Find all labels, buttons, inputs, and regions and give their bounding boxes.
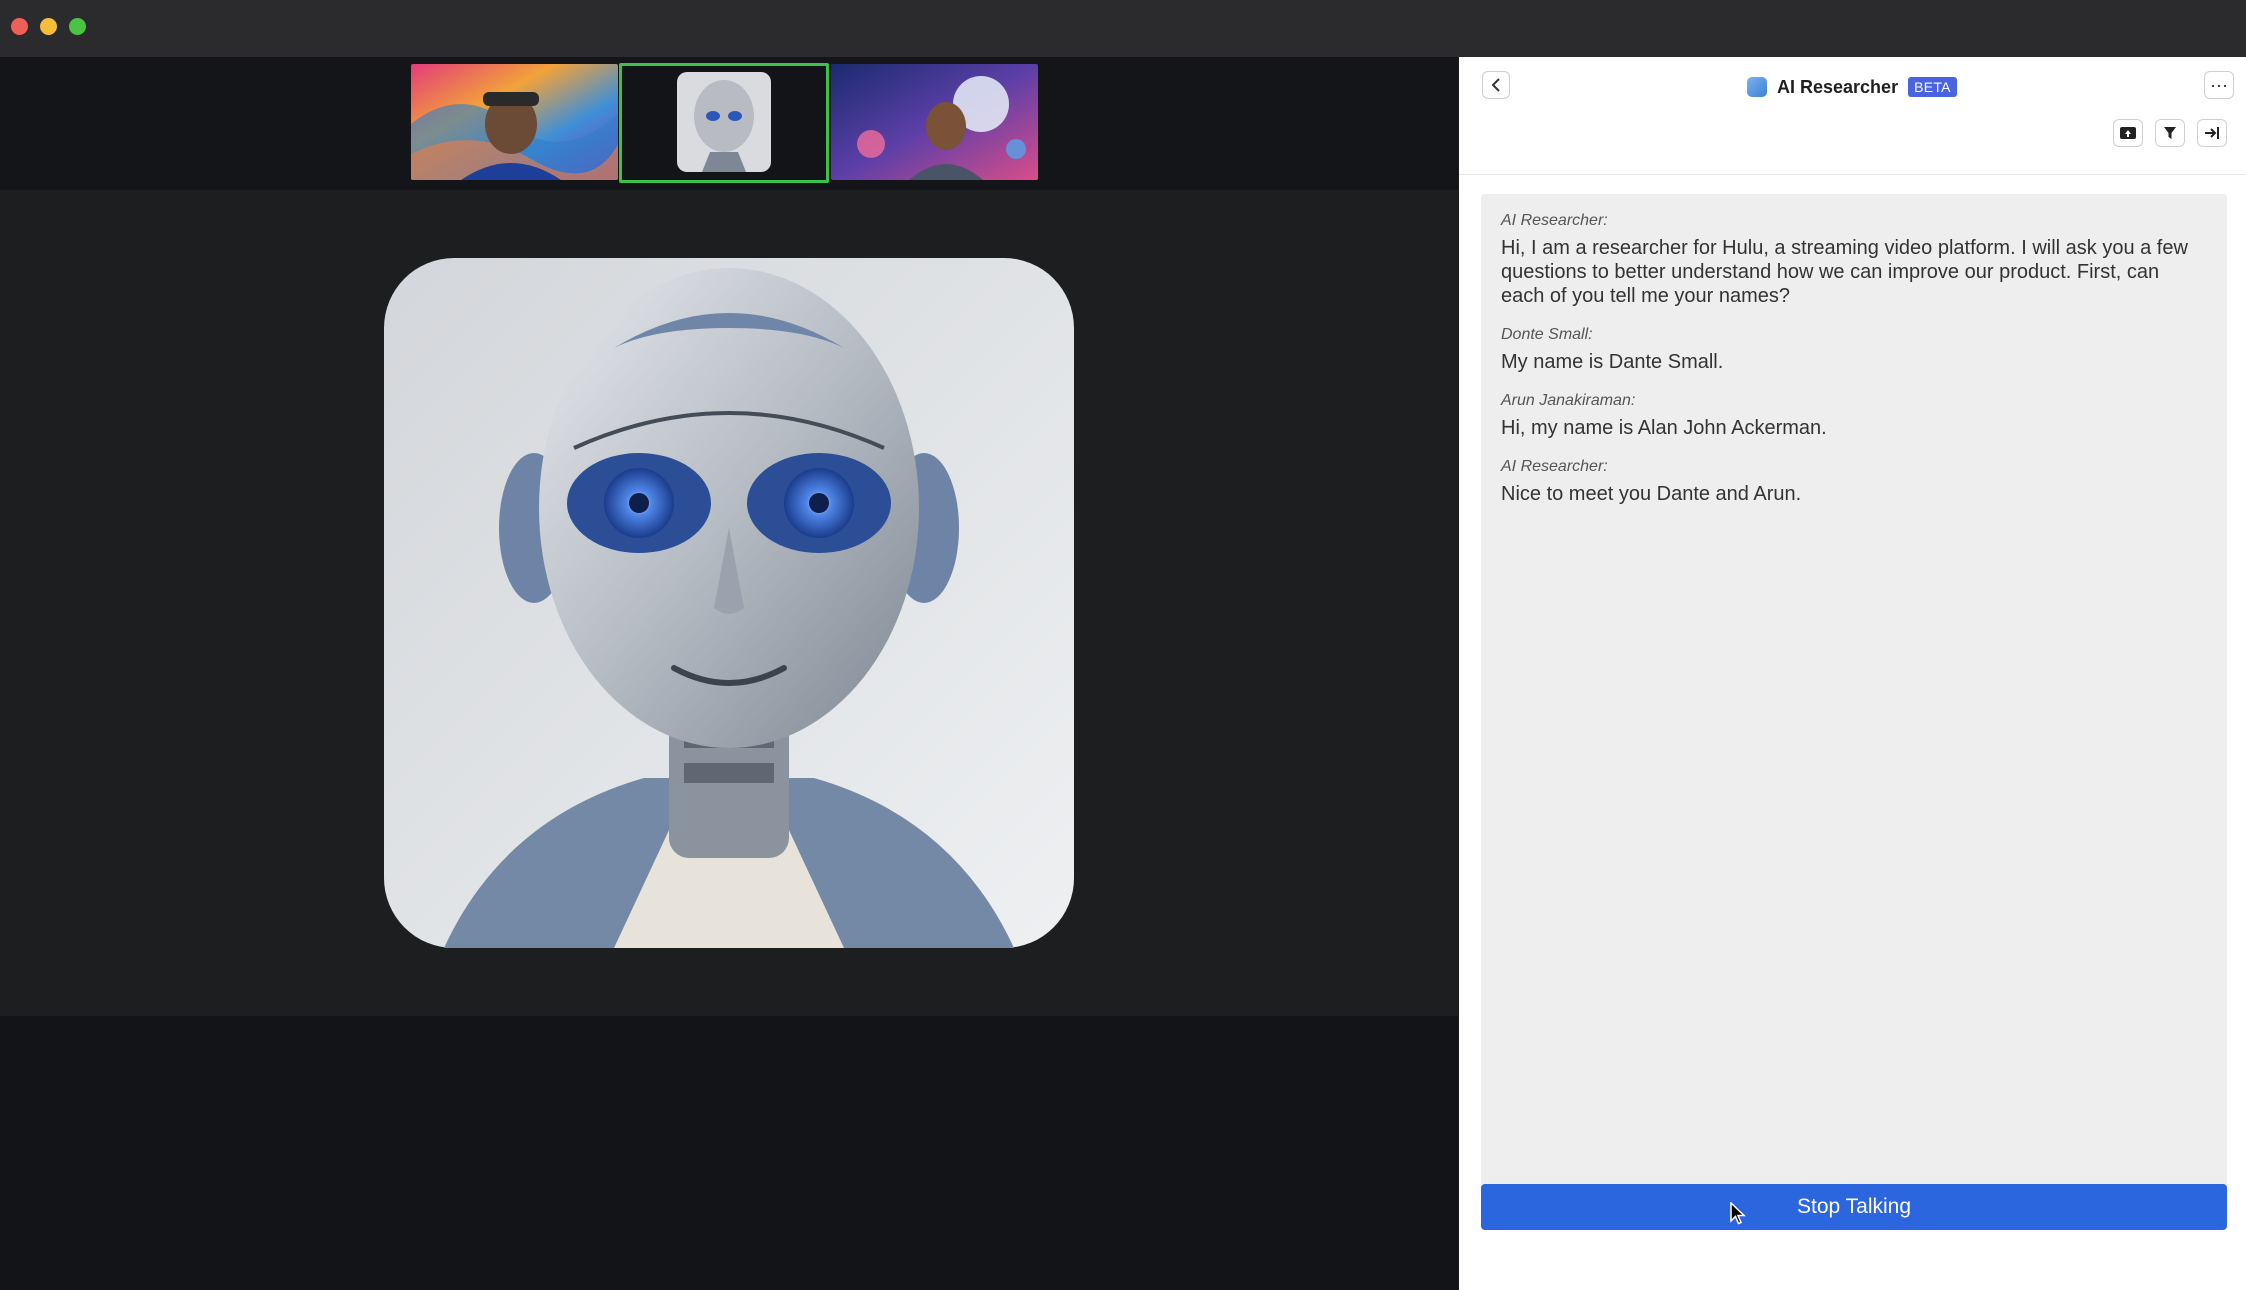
message-text: Hi, my name is Alan John Ackerman.: [1501, 417, 1827, 439]
upload-button[interactable]: [2113, 119, 2143, 147]
window-titlebar: [0, 0, 2246, 58]
participant-tile-2-active[interactable]: [619, 63, 829, 183]
back-button[interactable]: [1482, 71, 1510, 99]
speaker-avatar-robot: [384, 258, 1074, 948]
ellipsis-icon: ···: [2210, 75, 2228, 95]
panel-header: AI Researcher BETA ···: [1459, 57, 2246, 175]
main-video-stage: [0, 190, 1458, 1016]
video-area: [0, 57, 1458, 1290]
message-text: My name is Dante Small.: [1501, 351, 1724, 373]
message-speaker: Arun Janakiraman:: [1501, 392, 1636, 409]
participant-video-1: [411, 64, 618, 180]
participant-strip: [0, 57, 1458, 190]
participant-video-2: [622, 66, 826, 180]
message-speaker: Donte Small:: [1501, 326, 1593, 343]
minimize-window-button[interactable]: [40, 18, 57, 35]
mouse-cursor-icon: [1730, 1202, 1746, 1225]
maximize-window-button[interactable]: [69, 18, 86, 35]
participant-tile-3[interactable]: [831, 64, 1038, 180]
message-text: Nice to meet you Dante and Arun.: [1501, 483, 1802, 505]
transcript-message: Donte Small: My name is Dante Small.: [1501, 326, 2207, 374]
chevron-left-icon: [1491, 78, 1500, 92]
ai-researcher-panel: AI Researcher BETA ··· AI Researcher: Hi…: [1459, 57, 2246, 1290]
stop-talking-button[interactable]: Stop Talking: [1481, 1184, 2227, 1230]
transcript-message: Arun Janakiraman: Hi, my name is Alan Jo…: [1501, 392, 2207, 440]
participant-video-3: [831, 64, 1038, 180]
close-window-button[interactable]: [11, 18, 28, 35]
ai-researcher-app-icon: [1747, 77, 1767, 97]
message-speaker: AI Researcher:: [1501, 458, 1608, 475]
transcript-message: AI Researcher: Hi, I am a researcher for…: [1501, 212, 2207, 308]
arrow-right-to-bar-icon: [2205, 127, 2219, 139]
filter-icon: [2164, 127, 2176, 139]
panel-title-group: AI Researcher BETA: [1747, 74, 1957, 100]
participant-tile-1[interactable]: [411, 64, 618, 180]
more-options-button[interactable]: ···: [2204, 71, 2234, 99]
message-speaker: AI Researcher:: [1501, 212, 1608, 229]
panel-title: AI Researcher: [1777, 76, 1899, 97]
collapse-panel-button[interactable]: [2197, 119, 2227, 147]
beta-badge: BETA: [1908, 77, 1957, 97]
filter-button[interactable]: [2155, 119, 2185, 147]
upload-icon: [2120, 127, 2136, 139]
transcript-box: AI Researcher: Hi, I am a researcher for…: [1481, 194, 2227, 1219]
transcript-message: AI Researcher: Nice to meet you Dante an…: [1501, 458, 2207, 506]
message-text: Hi, I am a researcher for Hulu, a stream…: [1501, 237, 2188, 307]
